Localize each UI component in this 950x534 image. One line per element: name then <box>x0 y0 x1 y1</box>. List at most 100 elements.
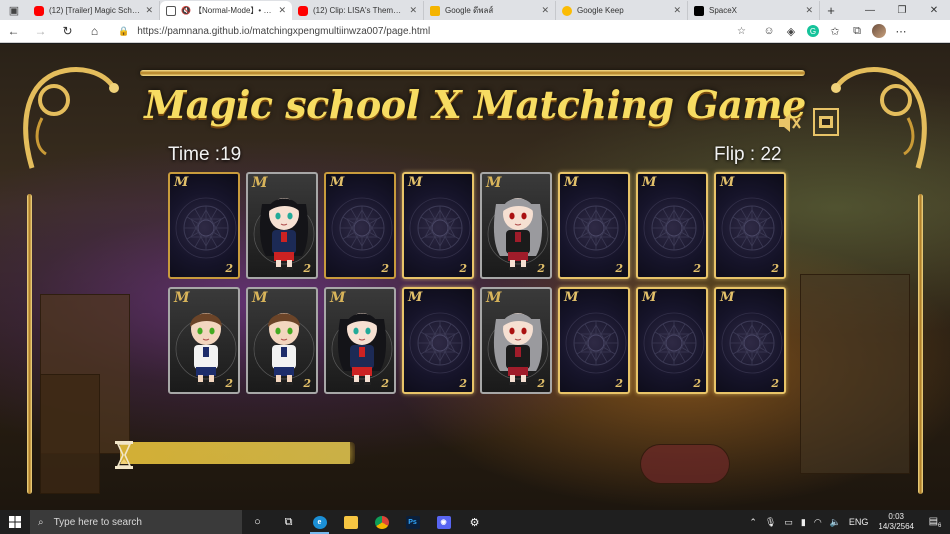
tab-title: 【Normal-Mode】• Magic <box>193 6 275 15</box>
card-facedown[interactable]: M2 <box>714 172 786 279</box>
card-facedown[interactable]: M2 <box>168 172 240 279</box>
card-corner-mark: 2 <box>771 377 779 390</box>
cushion-decor <box>640 444 730 484</box>
microphone-icon[interactable]: 🎙 <box>765 517 776 528</box>
card-facedown[interactable]: M2 <box>324 172 396 279</box>
photoshop-icon[interactable]: Ps <box>397 510 428 534</box>
tab-mute-icon[interactable]: 🔇 <box>181 6 191 15</box>
card-facedown[interactable]: M2 <box>636 172 708 279</box>
youtube-icon <box>34 5 44 16</box>
battery-icon[interactable]: ▮ <box>801 517 806 528</box>
tray-chevron-icon[interactable]: ⌃ <box>749 517 757 528</box>
card-mark: M <box>486 290 502 306</box>
tab-close-icon[interactable]: ✕ <box>805 5 813 16</box>
card-corner-mark: 2 <box>459 262 467 275</box>
home-icon[interactable]: ⌂ <box>81 20 108 43</box>
camera-icon[interactable]: ▭ <box>784 517 793 528</box>
settings-icon[interactable]: ⚙ <box>459 510 490 534</box>
file-explorer-icon[interactable] <box>335 510 366 534</box>
card-mark: M <box>330 290 346 306</box>
browser-tab[interactable]: 🔇【Normal-Mode】• Magic✕ <box>160 1 292 20</box>
tab-title: Google Keep <box>577 6 624 15</box>
note-icon <box>430 5 440 16</box>
discord-icon[interactable]: ◉ <box>428 510 459 534</box>
browser-tab[interactable]: (12) [Trailer] Magic School ✕ <box>28 1 160 20</box>
edge-icon[interactable]: e <box>304 510 335 534</box>
profile-avatar[interactable] <box>868 20 890 43</box>
network-icon[interactable]: ◠ <box>814 517 822 528</box>
card-corner-mark: 2 <box>693 262 701 275</box>
card-corner-mark: 2 <box>615 262 623 275</box>
favorites-icon[interactable]: ✩ <box>824 20 846 43</box>
tab-close-icon[interactable]: ✕ <box>673 5 681 16</box>
mute-icon[interactable] <box>776 110 802 136</box>
card-facedown[interactable]: M2 <box>558 287 630 394</box>
card-facedown[interactable]: M2 <box>714 287 786 394</box>
card-faceup[interactable]: M2 <box>324 287 396 394</box>
tab-title: SpaceX <box>709 6 738 15</box>
gold-frame-top <box>140 70 805 76</box>
clock[interactable]: 0:03 14/3/2564 <box>878 512 914 532</box>
maximize-icon[interactable]: ❐ <box>886 0 918 20</box>
card-corner-mark: 2 <box>615 377 623 390</box>
card-corner-mark: 2 <box>225 262 233 275</box>
browser-tab[interactable]: (12) Clip: LISA's Theme Song✕ <box>292 1 424 20</box>
favorite-icon[interactable]: ☆ <box>737 26 746 37</box>
card-facedown[interactable]: M2 <box>402 287 474 394</box>
collections-icon[interactable]: ⧉ <box>846 20 868 43</box>
clock-date: 14/3/2564 <box>878 522 914 531</box>
card-faceup[interactable]: M2 <box>480 287 552 394</box>
notification-count: 6 <box>938 522 942 529</box>
search-placeholder: Type here to search <box>53 516 142 528</box>
card-mark: M <box>408 175 423 190</box>
card-mark: M <box>330 175 345 190</box>
card-facedown[interactable]: M2 <box>402 172 474 279</box>
card-faceup[interactable]: M2 <box>246 172 318 279</box>
window-controls: — ❐ ✕ <box>854 0 950 20</box>
address-bar[interactable]: 🔒 https://pamnana.github.io/matchingxpen… <box>112 22 752 41</box>
notification-center-icon[interactable]: ▤6 <box>924 516 946 529</box>
youtube-icon <box>298 5 308 16</box>
close-window-icon[interactable]: ✕ <box>918 0 950 20</box>
card-corner-mark: 2 <box>225 377 233 390</box>
puzzle-extension-icon[interactable]: ◈ <box>780 20 802 43</box>
browser-tab[interactable]: SpaceX ✕ <box>688 1 820 20</box>
tab-actions-icon[interactable]: ▣ <box>0 0 28 20</box>
card-corner-mark: 2 <box>381 262 389 275</box>
language-indicator[interactable]: ENG <box>849 517 869 527</box>
task-view-icon[interactable]: ⧉ <box>273 510 304 534</box>
fullscreen-icon[interactable] <box>812 107 840 137</box>
chrome-icon[interactable] <box>366 510 397 534</box>
card-mark: M <box>720 290 735 305</box>
minimize-icon[interactable]: — <box>854 0 886 20</box>
taskbar-search[interactable]: ⌕ Type here to search <box>30 510 242 534</box>
cortana-icon[interactable]: ○ <box>242 510 273 534</box>
card-faceup[interactable]: M2 <box>246 287 318 394</box>
card-faceup[interactable]: M2 <box>168 287 240 394</box>
card-facedown[interactable]: M2 <box>636 287 708 394</box>
tab-close-icon[interactable]: ✕ <box>145 5 153 16</box>
card-mark: M <box>564 290 579 305</box>
forward-icon[interactable]: → <box>27 20 54 43</box>
chair-decor <box>40 374 100 494</box>
more-menu-icon[interactable]: ⋯ <box>890 20 912 43</box>
grammarly-icon[interactable]: G <box>802 20 824 43</box>
time-progress-fill <box>120 442 351 464</box>
tab-strip: ▣ (12) [Trailer] Magic School ✕ 🔇 【Normal-M… <box>0 0 950 20</box>
tab-close-icon[interactable]: ✕ <box>409 5 417 16</box>
emoji-extension-icon[interactable]: ☺ <box>758 20 780 43</box>
browser-tab[interactable]: Google Keep ✕ <box>556 1 688 20</box>
new-tab-button[interactable]: + <box>820 1 842 20</box>
tab-close-icon[interactable]: ✕ <box>541 5 549 16</box>
tab-close-icon[interactable]: ✕ <box>278 5 286 16</box>
extensions: ☺ ◈ G ✩ ⧉ ⋯ <box>758 20 912 43</box>
card-faceup[interactable]: M2 <box>480 172 552 279</box>
arch-decor <box>800 274 910 474</box>
browser-tab[interactable]: Google ดีพลส์ ✕ <box>424 1 556 20</box>
card-facedown[interactable]: M2 <box>558 172 630 279</box>
start-button[interactable] <box>0 510 30 534</box>
card-corner-mark: 2 <box>303 262 311 275</box>
volume-icon[interactable]: 🔈 <box>830 517 841 528</box>
refresh-icon[interactable]: ↻ <box>54 20 81 43</box>
back-icon[interactable]: ← <box>0 20 27 43</box>
